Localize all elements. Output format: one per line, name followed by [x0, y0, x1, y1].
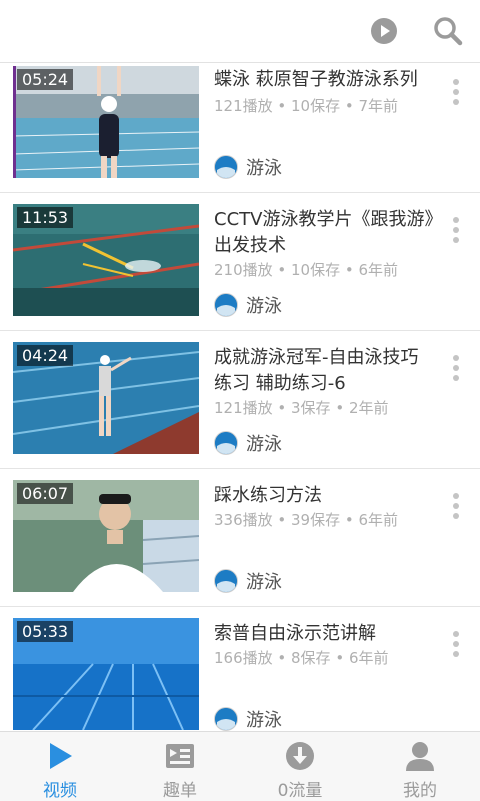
top-bar [0, 0, 480, 63]
video-meta: 336播放 • 39保存 • 6年前 [214, 511, 399, 529]
duration-badge: 05:24 [17, 69, 74, 90]
video-thumbnail[interactable]: 05:24 [13, 66, 199, 178]
video-item[interactable]: 06:07 踩水练习方法 336播放 • 39保存 • 6年前 游泳 [0, 469, 480, 607]
video-thumbnail[interactable]: 11:53 [13, 204, 199, 316]
duration-badge: 11:53 [17, 207, 74, 228]
video-title[interactable]: 蝶泳 萩原智子教游泳系列 [214, 67, 436, 93]
channel-name: 游泳 [246, 158, 282, 179]
video-item[interactable]: 04:24 成就游泳冠军-自由泳技巧练习 辅助练习-6 121播放 • 3保存 … [0, 331, 480, 469]
channel-avatar [214, 707, 238, 731]
more-options-icon[interactable] [452, 631, 460, 659]
duration-badge: 06:07 [17, 483, 74, 504]
channel-name: 游泳 [246, 572, 282, 593]
video-meta: 121播放 • 3保存 • 2年前 [214, 399, 389, 417]
playlist-icon [164, 740, 196, 772]
duration-badge: 04:24 [17, 345, 74, 366]
tab-offline[interactable]: 0流量 [240, 732, 360, 801]
channel-avatar [214, 155, 238, 179]
video-item[interactable]: 05:24 蝶泳 萩原智子教游泳系列 121播放 • 10保存 • 7年前 游泳 [0, 63, 480, 193]
video-list: 05:24 蝶泳 萩原智子教游泳系列 121播放 • 10保存 • 7年前 游泳… [0, 63, 480, 731]
video-title[interactable]: 成就游泳冠军-自由泳技巧练习 辅助练习-6 [214, 345, 436, 397]
search-icon[interactable] [432, 15, 464, 47]
video-thumbnail[interactable]: 04:24 [13, 342, 199, 454]
play-triangle-icon [44, 740, 76, 772]
video-thumbnail[interactable]: 06:07 [13, 480, 199, 592]
channel-name: 游泳 [246, 710, 282, 731]
tab-label: 视频 [43, 781, 77, 801]
channel[interactable]: 游泳 [214, 293, 282, 317]
video-title[interactable]: 索普自由泳示范讲解 [214, 621, 436, 647]
video-item[interactable]: 11:53 CCTV游泳教学片《跟我游》出发技术 210播放 • 10保存 • … [0, 193, 480, 331]
channel[interactable]: 游泳 [214, 569, 282, 593]
video-title[interactable]: 踩水练习方法 [214, 483, 436, 509]
tab-label: 0流量 [277, 781, 323, 801]
more-options-icon[interactable] [452, 355, 460, 383]
tab-profile[interactable]: 我的 [360, 732, 480, 801]
more-options-icon[interactable] [452, 79, 460, 107]
video-meta: 166播放 • 8保存 • 6年前 [214, 649, 389, 667]
tab-label: 我的 [403, 781, 437, 801]
video-thumbnail[interactable]: 05:33 [13, 618, 199, 730]
more-options-icon[interactable] [452, 217, 460, 245]
channel[interactable]: 游泳 [214, 155, 282, 179]
video-item[interactable]: 05:33 索普自由泳示范讲解 166播放 • 8保存 • 6年前 游泳 [0, 607, 480, 731]
channel-avatar [214, 293, 238, 317]
channel[interactable]: 游泳 [214, 707, 282, 731]
video-title[interactable]: CCTV游泳教学片《跟我游》出发技术 [214, 207, 436, 259]
video-meta: 210播放 • 10保存 • 6年前 [214, 261, 399, 279]
tab-videos[interactable]: 视频 [0, 732, 120, 801]
play-icon[interactable] [368, 15, 400, 47]
duration-badge: 05:33 [17, 621, 74, 642]
download-icon [284, 740, 316, 772]
channel-avatar [214, 431, 238, 455]
channel-name: 游泳 [246, 296, 282, 317]
channel[interactable]: 游泳 [214, 431, 282, 455]
video-meta: 121播放 • 10保存 • 7年前 [214, 97, 399, 115]
more-options-icon[interactable] [452, 493, 460, 521]
bottom-nav: 视频 趣单 0流量 我的 [0, 731, 480, 801]
user-icon [404, 740, 436, 772]
tab-label: 趣单 [163, 781, 197, 801]
channel-avatar [214, 569, 238, 593]
channel-name: 游泳 [246, 434, 282, 455]
tab-playlists[interactable]: 趣单 [120, 732, 240, 801]
